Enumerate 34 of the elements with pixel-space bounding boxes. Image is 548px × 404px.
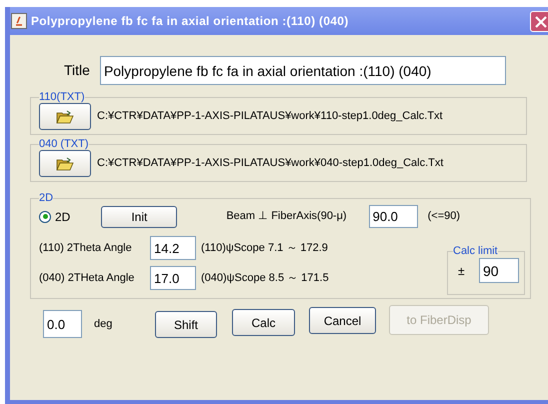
group-legend: 040 (TXT) bbox=[39, 138, 89, 150]
close-icon bbox=[535, 16, 547, 28]
angle-label: (040) 2THeta Angle bbox=[39, 270, 136, 286]
angle-field[interactable]: 17.0 bbox=[150, 266, 196, 290]
beam-hint: (<=90) bbox=[428, 209, 460, 224]
angle-field[interactable]: 14.2 bbox=[150, 236, 196, 260]
scope-text: (040)ψScope 8.5 ～ 171.5 bbox=[201, 270, 329, 286]
open-file-button[interactable] bbox=[39, 150, 91, 177]
unit-label: deg bbox=[94, 316, 114, 332]
angle-label: (110) 2Theta Angle bbox=[39, 240, 133, 256]
app-icon bbox=[11, 13, 27, 29]
calc-limit-field[interactable]: 90 bbox=[479, 258, 519, 283]
radio-button[interactable]: 2D bbox=[39, 208, 70, 226]
file-path: C:¥CTR¥DATA¥PP-1-AXIS-PILATAUS¥work¥110-step1.0deg_Calc.Txt bbox=[97, 109, 443, 124]
group-legend: 110(TXT) bbox=[39, 91, 85, 103]
group-legend: Calc limit bbox=[453, 245, 498, 257]
beam-field[interactable]: 90.0 bbox=[368, 205, 418, 228]
title-label: Title bbox=[64, 61, 90, 80]
title-field[interactable]: Polypropylene fb fc fa in axial orientation :(110) (040) bbox=[100, 56, 506, 85]
action-button[interactable]: Cancel bbox=[309, 307, 376, 334]
shift-field[interactable]: 0.0 bbox=[43, 310, 82, 338]
folder-icon bbox=[56, 156, 74, 170]
plus-minus-sign: ± bbox=[458, 262, 466, 280]
group-legend: 2D bbox=[39, 192, 54, 204]
action-button[interactable]: Calc bbox=[232, 309, 295, 336]
beam-label: Beam ⊥ FiberAxis(90-μ) bbox=[226, 209, 347, 224]
folder-icon bbox=[56, 110, 74, 124]
init-button[interactable]: Init bbox=[101, 206, 178, 228]
window-title: Polypropylene fb fc fa in axial orientation :(110) (040) bbox=[31, 13, 349, 30]
action-button[interactable]: Shift bbox=[155, 311, 217, 338]
scope-text: (110)ψScope 7.1 ～ 172.9 bbox=[201, 240, 328, 256]
open-file-button[interactable] bbox=[39, 103, 91, 130]
close-button[interactable] bbox=[530, 11, 548, 32]
file-path: C:¥CTR¥DATA¥PP-1-AXIS-PILATAUS¥work¥040-step1.0deg_Calc.Txt bbox=[97, 156, 444, 172]
